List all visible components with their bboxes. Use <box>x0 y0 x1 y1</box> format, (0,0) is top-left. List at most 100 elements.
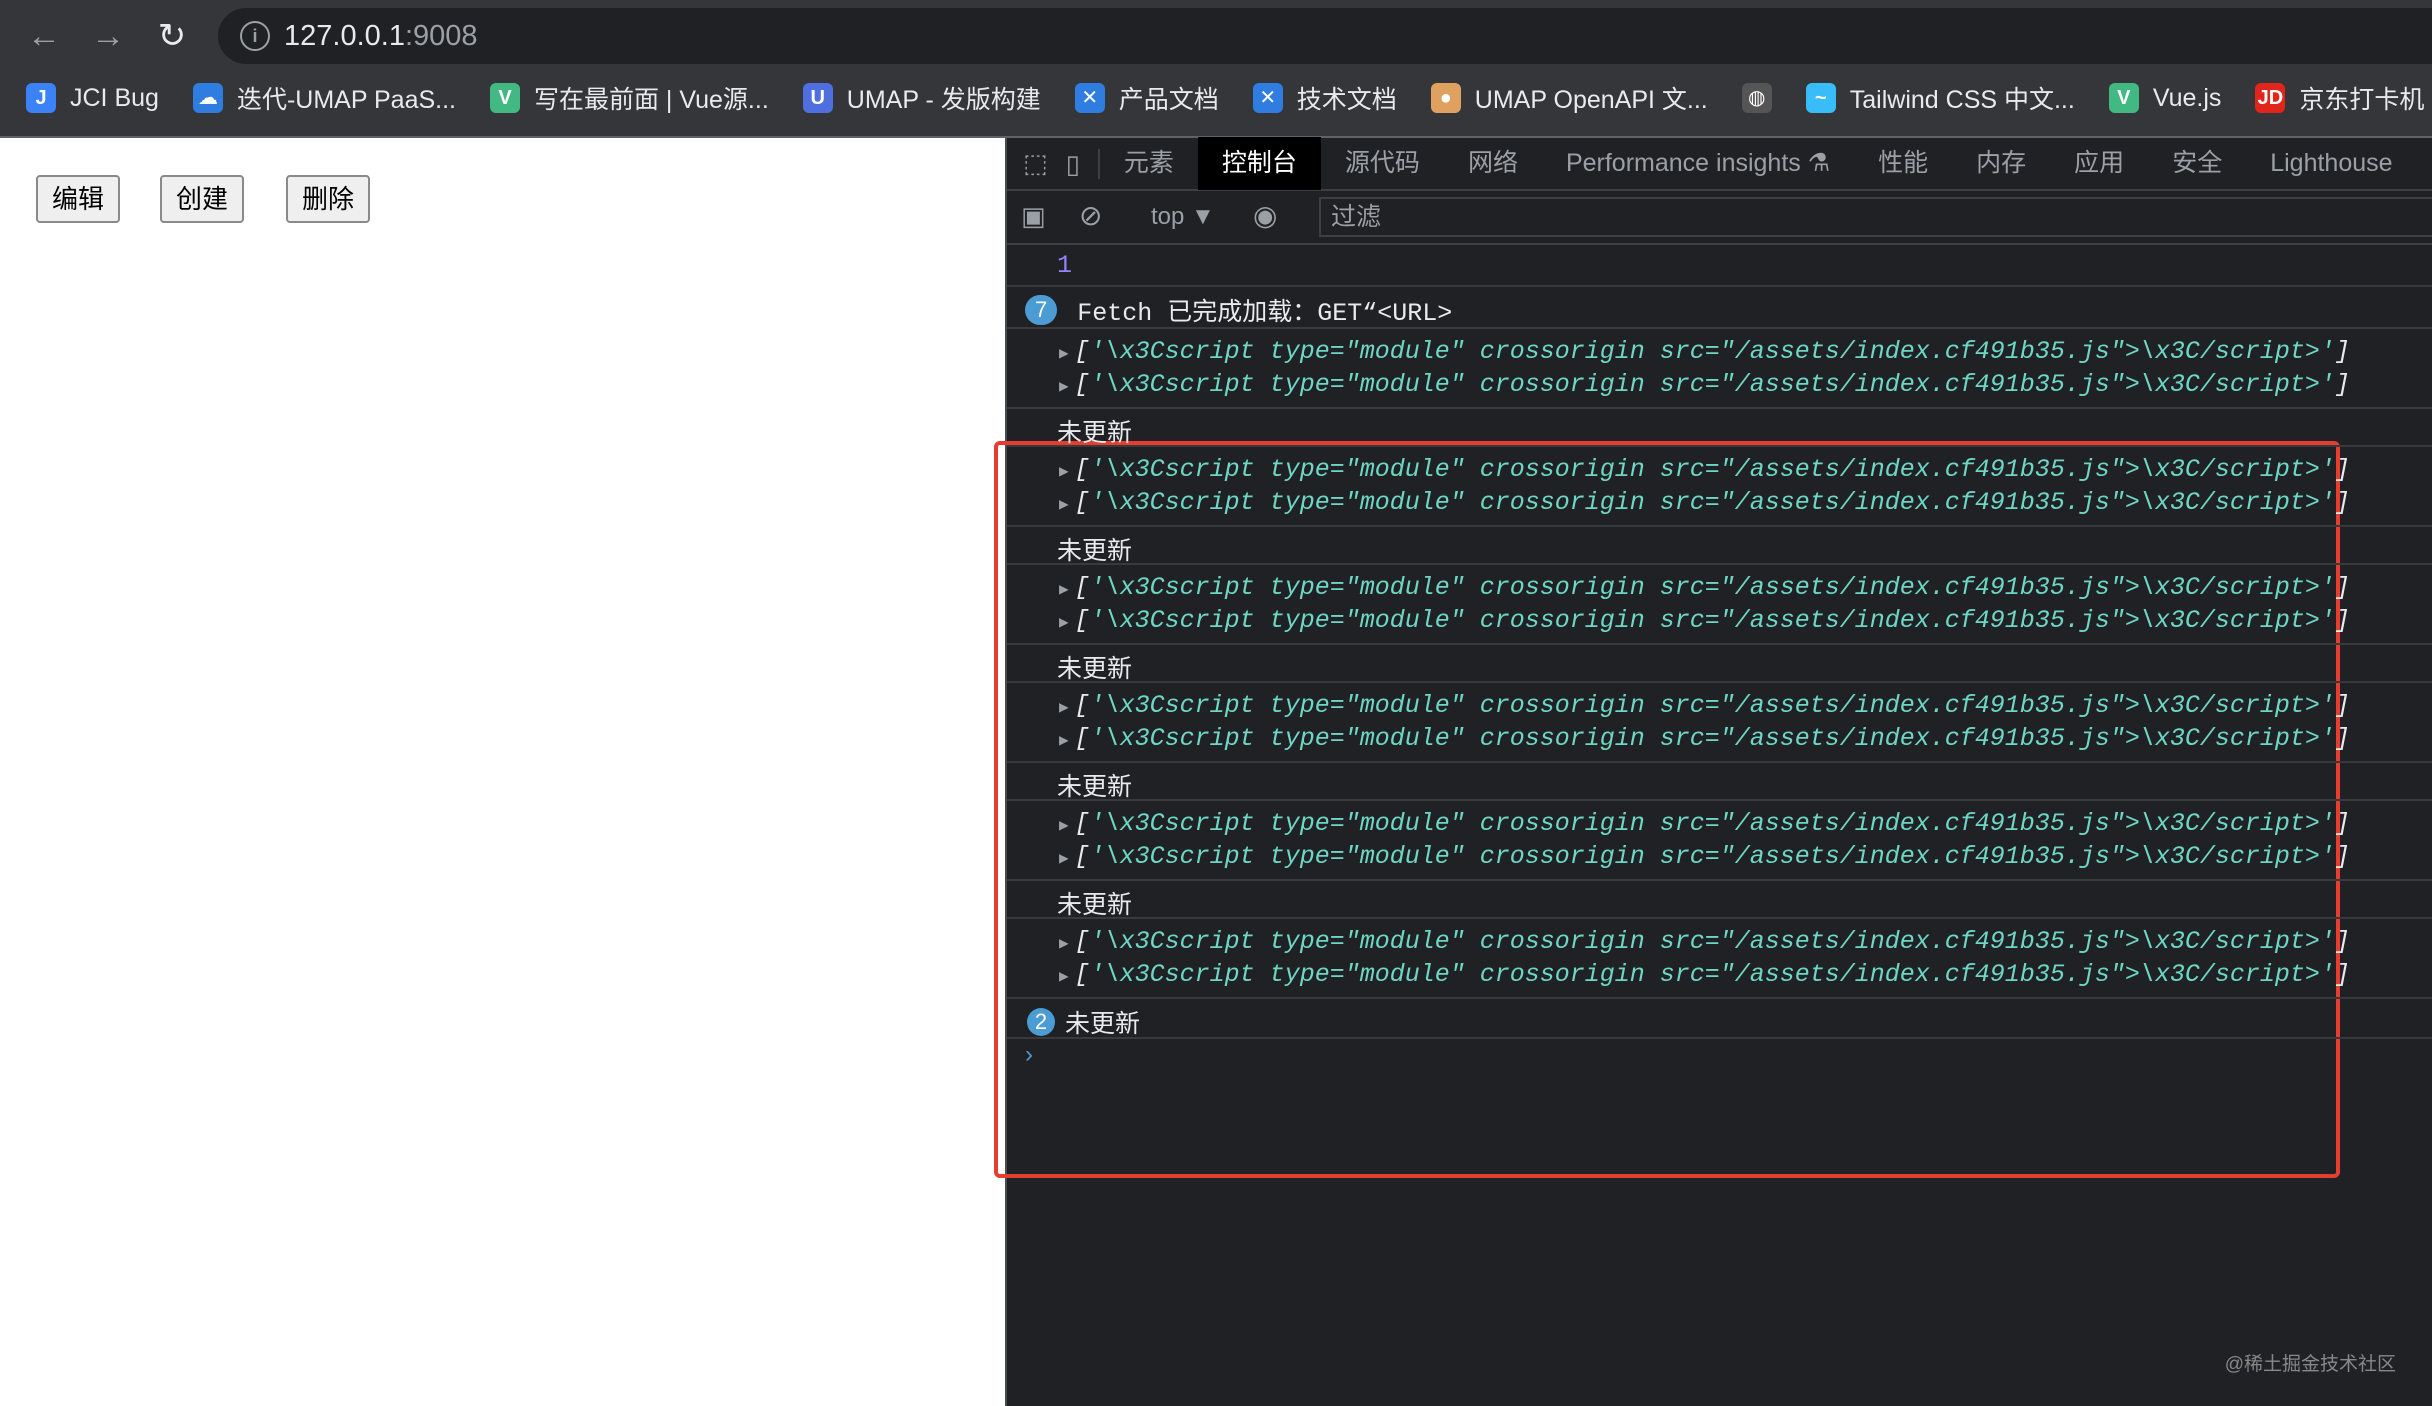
tab-8[interactable]: 安全 <box>2148 137 2246 190</box>
edit-button[interactable]: 编辑 <box>36 175 121 223</box>
not-updated-message: 未更新 <box>1057 537 1133 565</box>
bookmark-label: 技术文档 <box>1296 86 1397 114</box>
browser-chrome: ← → ↻ i 127.0.0.1:9008 J JCI Bug ☁ 迭代-UMAP … <box>0 0 2432 138</box>
bookmark-item[interactable]: ☁ 迭代-UMAP PaaS... <box>192 80 456 116</box>
clear-console-icon[interactable]: ⊘ <box>1079 199 1102 232</box>
array-log-line[interactable]: ▶ ['\x3Cscript type="module" crossorigin … <box>1059 809 2350 838</box>
bookmark-item[interactable]: ✕ 技术文档 <box>1252 80 1397 116</box>
bookmark-favicon-icon: U <box>802 83 833 113</box>
expand-triangle-icon[interactable]: ▶ <box>1059 581 1069 599</box>
tab-0[interactable]: 元素 <box>1100 137 1198 190</box>
tab-3[interactable]: 网络 <box>1444 137 1542 190</box>
not-updated-message: 未更新 <box>1057 891 1133 919</box>
expand-triangle-icon[interactable]: ▶ <box>1059 614 1069 632</box>
array-log-line[interactable]: ▶ ['\x3Cscript type="module" crossorigin … <box>1059 606 2350 635</box>
console-row: 未更新 <box>1007 763 2432 801</box>
array-log-line[interactable]: ▶ ['\x3Cscript type="module" crossorigin … <box>1059 455 2350 484</box>
device-toolbar-icon[interactable]: ▯ <box>1058 148 1100 179</box>
bracket-close: ] <box>2334 960 2350 989</box>
tab-6[interactable]: 内存 <box>1952 137 2050 190</box>
tab-9[interactable]: Lighthouse <box>2246 137 2416 190</box>
address-bar[interactable]: i 127.0.0.1:9008 <box>218 8 2432 64</box>
tab-7[interactable]: 应用 <box>2050 137 2148 190</box>
expand-triangle-icon[interactable]: ▶ <box>1059 496 1069 514</box>
array-log-line[interactable]: ▶ ['\x3Cscript type="module" crossorigin … <box>1059 842 2350 871</box>
bookmark-item[interactable]: JD 京东打卡机 <box>2255 80 2424 116</box>
delete-button[interactable]: 删除 <box>286 175 371 223</box>
array-value: '\x3Cscript type="module" crossorigin sr… <box>1089 691 2335 720</box>
info-icon[interactable]: i <box>240 21 270 51</box>
tab-4[interactable]: Performance insights ⚗ <box>1542 137 1854 190</box>
array-log-line[interactable]: ▶ ['\x3Cscript type="module" crossorigin … <box>1059 691 2350 720</box>
bracket-close: ] <box>2334 842 2350 871</box>
bookmark-item[interactable]: ● UMAP OpenAPI 文... <box>1430 80 1708 116</box>
bookmark-item[interactable]: U UMAP - 发版构建 <box>802 80 1041 116</box>
reload-icon[interactable]: ↻ <box>148 12 196 60</box>
context-select[interactable]: top ▼ <box>1151 203 1215 231</box>
eye-icon[interactable]: ◉ <box>1253 199 1277 232</box>
not-updated-group: 2 未更新 <box>1027 1004 1140 1040</box>
console-row: 7 Fetch 已完成加载：GET“<URL> <box>1007 287 2432 329</box>
back-icon[interactable]: ← <box>20 12 68 60</box>
fetch-group[interactable]: 7 Fetch 已完成加载：GET“<URL> <box>1025 292 1452 328</box>
expand-triangle-icon[interactable]: ▶ <box>1059 817 1069 835</box>
bookmark-item[interactable]: V 写在最前面 | Vue源... <box>489 80 769 116</box>
bookmark-item[interactable]: J JCI Bug <box>26 83 159 113</box>
array-log-line[interactable]: ▶ ['\x3Cscript type="module" crossorigin … <box>1059 960 2350 989</box>
bracket-open: [ <box>1074 724 1090 753</box>
create-button[interactable]: 创建 <box>160 175 245 223</box>
array-log-line[interactable]: ▶ ['\x3Cscript type="module" crossorigin … <box>1059 337 2350 366</box>
bracket-close: ] <box>2334 691 2350 720</box>
expand-triangle-icon[interactable]: ▶ <box>1059 699 1069 717</box>
filter-input[interactable]: 过滤 <box>1319 197 2432 237</box>
bracket-close: ] <box>2334 606 2350 635</box>
expand-triangle-icon[interactable]: ▶ <box>1059 968 1069 986</box>
array-log-line[interactable]: ▶ ['\x3Cscript type="module" crossorigin … <box>1059 573 2350 602</box>
bookmark-favicon-icon: J <box>26 83 56 113</box>
bookmark-label: UMAP OpenAPI 文... <box>1474 86 1708 114</box>
tab-5[interactable]: 性能 <box>1854 137 1952 190</box>
expand-triangle-icon[interactable]: ▶ <box>1059 935 1069 953</box>
array-value: '\x3Cscript type="module" crossorigin sr… <box>1089 724 2335 753</box>
console-row: 未更新 <box>1007 527 2432 565</box>
tab-1[interactable]: 控制台 <box>1197 137 1321 190</box>
bookmark-label: UMAP - 发版构建 <box>846 86 1041 114</box>
bookmark-item[interactable]: ✕ 产品文档 <box>1074 80 1219 116</box>
console-toolbar: ▣ ⊘ top ▼ ◉ 过滤 <box>1007 191 2432 245</box>
bracket-close: ] <box>2334 488 2350 517</box>
inspect-icon[interactable]: ⬚ <box>1007 137 1058 190</box>
bracket-open: [ <box>1074 455 1090 484</box>
bookmark-item[interactable]: V Vue.js <box>2108 83 2221 113</box>
array-value: '\x3Cscript type="module" crossorigin sr… <box>1089 370 2335 399</box>
bracket-close: ] <box>2334 927 2350 956</box>
tab-2[interactable]: 源代码 <box>1321 137 1444 190</box>
expand-triangle-icon[interactable]: ▶ <box>1059 345 1069 363</box>
array-log-line[interactable]: ▶ ['\x3Cscript type="module" crossorigin … <box>1059 724 2350 753</box>
console-row: ▶ ['\x3Cscript type="module" crossorigin … <box>1007 801 2432 881</box>
sidebar-toggle-icon[interactable]: ▣ <box>1021 201 1046 232</box>
watermark: @稀土掘金技术社区 <box>2224 1354 2396 1375</box>
bracket-open: [ <box>1074 842 1090 871</box>
console-row: 未更新 <box>1007 409 2432 447</box>
expand-triangle-icon[interactable]: ▶ <box>1059 463 1069 481</box>
forward-icon[interactable]: → <box>84 12 132 60</box>
bookmark-item[interactable]: ~ Tailwind CSS 中文... <box>1805 80 2075 116</box>
console-row: ▶ [ '\x3Cscript type="module" crossorigin … <box>1007 329 2432 409</box>
bracket-open: [ <box>1074 337 1090 366</box>
bookmark-item[interactable]: ◍ <box>1741 83 1772 113</box>
array-log-line[interactable]: ▶ ['\x3Cscript type="module" crossorigin … <box>1059 927 2350 956</box>
console-row: ▶ [ '\x3Cscript type="module" crossorigin … <box>1007 919 2432 999</box>
array-value: '\x3Cscript type="module" crossorigin sr… <box>1089 960 2335 989</box>
array-log-line[interactable]: ▶ ['\x3Cscript type="module" crossorigin … <box>1059 370 2350 399</box>
bracket-open: [ <box>1074 606 1090 635</box>
expand-triangle-icon[interactable]: ▶ <box>1059 850 1069 868</box>
bracket-open: [ <box>1074 927 1090 956</box>
console-row: ▶ ['\x3Cscript type="module" crossorigin … <box>1007 683 2432 763</box>
expand-triangle-icon[interactable]: ▶ <box>1059 732 1069 750</box>
console-prompt[interactable]: › <box>1025 1041 1033 1069</box>
array-log-line[interactable]: ▶ ['\x3Cscript type="module" crossorigin … <box>1059 488 2350 517</box>
expand-triangle-icon[interactable]: ▶ <box>1059 378 1069 396</box>
bookmarks-bar: J JCI Bug ☁ 迭代-UMAP PaaS... V 写在最前面 | Vue源...… <box>26 78 2424 118</box>
console-row: 1 <box>1007 247 2432 287</box>
bracket-open: [ <box>1074 691 1090 720</box>
